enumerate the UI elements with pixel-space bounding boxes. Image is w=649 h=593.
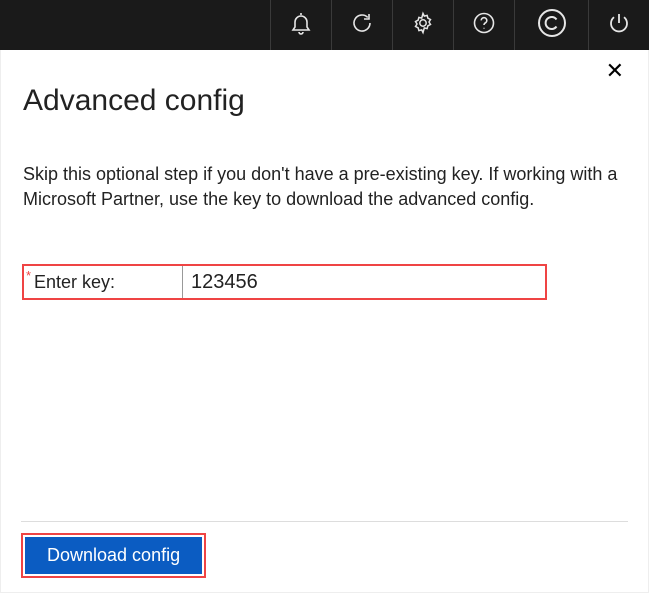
copyright-icon bbox=[536, 7, 568, 44]
notifications-button[interactable] bbox=[270, 0, 331, 50]
settings-button[interactable] bbox=[392, 0, 453, 50]
close-button[interactable]: ✕ bbox=[604, 60, 626, 82]
copyright-button[interactable] bbox=[514, 0, 588, 50]
power-button[interactable] bbox=[588, 0, 649, 50]
refresh-button[interactable] bbox=[331, 0, 392, 50]
help-button[interactable] bbox=[453, 0, 514, 50]
dialog-footer: Download config bbox=[21, 521, 628, 592]
close-icon: ✕ bbox=[606, 58, 624, 83]
enter-key-label: Enter key: bbox=[34, 266, 182, 298]
top-toolbar bbox=[0, 0, 649, 50]
enter-key-input[interactable] bbox=[182, 266, 545, 298]
dialog-description: Skip this optional step if you don't hav… bbox=[23, 162, 626, 212]
required-mark: * bbox=[24, 266, 34, 283]
dialog-title: Advanced config bbox=[23, 84, 626, 118]
bell-icon bbox=[290, 11, 312, 40]
power-icon bbox=[607, 11, 631, 40]
gear-icon bbox=[411, 11, 435, 40]
enter-key-field: * Enter key: bbox=[22, 264, 547, 300]
help-icon bbox=[472, 11, 496, 40]
spacer bbox=[23, 300, 626, 521]
refresh-icon bbox=[350, 11, 374, 40]
download-config-button[interactable]: Download config bbox=[25, 537, 202, 574]
dialog-panel: ✕ Advanced config Skip this optional ste… bbox=[0, 50, 649, 593]
